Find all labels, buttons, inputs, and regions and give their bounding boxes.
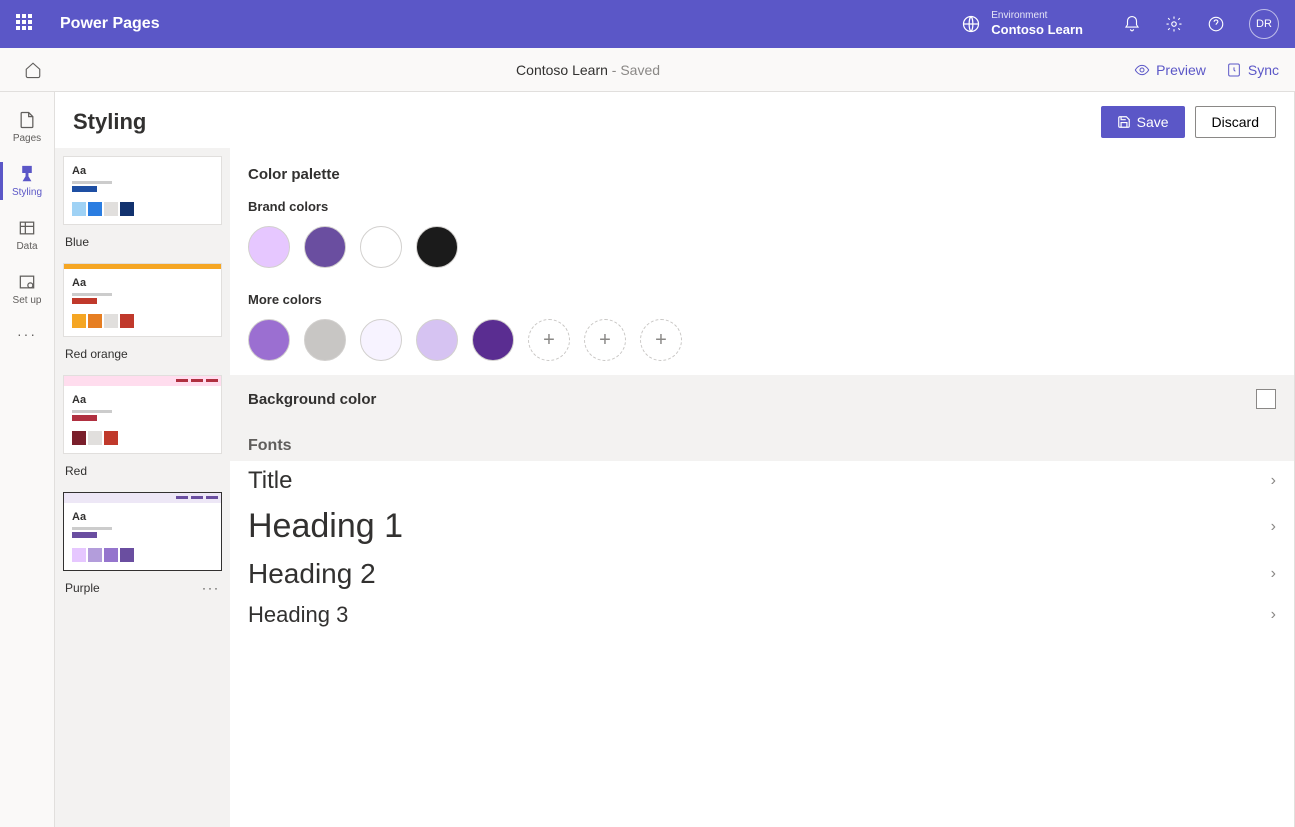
ellipsis-icon: ··· <box>17 326 37 342</box>
color-swatch[interactable] <box>416 226 458 268</box>
setup-icon <box>17 272 37 292</box>
color-palette-title: Color palette <box>230 148 1294 189</box>
chevron-right-icon: › <box>1271 518 1276 536</box>
theme-card-red-orange[interactable]: Aa <box>63 263 222 337</box>
color-swatch[interactable] <box>248 226 290 268</box>
styling-panel: Styling Save Discard Aa Blue <box>55 92 1295 827</box>
app-header: Power Pages Environment Contoso Learn DR <box>0 0 1295 48</box>
font-h3-row[interactable]: Heading 3› <box>230 596 1294 634</box>
ellipsis-icon[interactable]: ··· <box>202 581 220 595</box>
color-swatch[interactable] <box>304 226 346 268</box>
globe-icon <box>961 14 981 34</box>
rail-styling[interactable]: Styling <box>0 156 55 206</box>
theme-label: Red orange <box>63 343 222 375</box>
save-button[interactable]: Save <box>1101 106 1185 138</box>
save-status: - Saved <box>608 62 660 78</box>
rail-more[interactable]: ··· <box>0 318 55 350</box>
background-color-row[interactable]: Background color <box>230 375 1294 423</box>
properties-column: Color palette Brand colors More colors + <box>230 148 1294 827</box>
fonts-title: Fonts <box>230 423 1294 461</box>
more-colors-label: More colors <box>230 282 1294 311</box>
sync-button[interactable]: Sync <box>1226 62 1279 78</box>
environment-picker[interactable]: Environment Contoso Learn <box>961 10 1083 38</box>
brand-colors-label: Brand colors <box>230 189 1294 218</box>
add-color-button[interactable]: + <box>584 319 626 361</box>
rail-data[interactable]: Data <box>0 210 55 260</box>
brand-swatches <box>230 218 1294 282</box>
breadcrumb: Contoso Learn - Saved <box>42 62 1134 78</box>
theme-label: Blue <box>63 231 222 263</box>
brush-icon <box>17 164 37 184</box>
rail-pages[interactable]: Pages <box>0 102 55 152</box>
waffle-icon[interactable] <box>16 14 36 34</box>
chevron-right-icon: › <box>1271 472 1276 490</box>
home-icon[interactable] <box>24 61 42 79</box>
color-swatch[interactable] <box>360 319 402 361</box>
eye-icon <box>1134 62 1150 78</box>
theme-card-purple[interactable]: Aa <box>63 492 222 571</box>
help-icon[interactable] <box>1207 15 1225 33</box>
chevron-right-icon: › <box>1271 606 1276 624</box>
save-icon <box>1117 115 1131 129</box>
add-color-button[interactable]: + <box>640 319 682 361</box>
theme-label: Red <box>63 460 222 492</box>
font-h2-row[interactable]: Heading 2› <box>230 552 1294 596</box>
bell-icon[interactable] <box>1123 15 1141 33</box>
sub-header: Contoso Learn - Saved Preview Sync <box>0 48 1295 92</box>
font-title-row[interactable]: Title› <box>230 461 1294 501</box>
bg-chip[interactable] <box>1256 389 1276 409</box>
data-icon <box>17 218 37 238</box>
preview-button[interactable]: Preview <box>1134 62 1206 78</box>
color-swatch[interactable] <box>416 319 458 361</box>
pages-icon <box>17 110 37 130</box>
left-rail: Pages Styling Data Set up ··· <box>0 92 55 827</box>
color-swatch[interactable] <box>360 226 402 268</box>
theme-label: Purple <box>65 581 100 595</box>
font-h1-row[interactable]: Heading 1› <box>230 501 1294 552</box>
env-name: Contoso Learn <box>991 22 1083 38</box>
app-title: Power Pages <box>60 15 961 33</box>
theme-card-blue[interactable]: Aa <box>63 156 222 225</box>
rail-setup[interactable]: Set up <box>0 264 55 314</box>
theme-card-red[interactable]: Aa <box>63 375 222 454</box>
gear-icon[interactable] <box>1165 15 1183 33</box>
color-swatch[interactable] <box>304 319 346 361</box>
site-name: Contoso Learn <box>516 62 608 78</box>
add-color-button[interactable]: + <box>528 319 570 361</box>
color-swatch[interactable] <box>472 319 514 361</box>
env-label: Environment <box>991 10 1083 22</box>
discard-button[interactable]: Discard <box>1195 106 1276 138</box>
chevron-right-icon: › <box>1271 565 1276 583</box>
sync-icon <box>1226 62 1242 78</box>
panel-title: Styling <box>73 109 146 135</box>
color-swatch[interactable] <box>248 319 290 361</box>
themes-list[interactable]: Aa Blue Aa Red orange Aa <box>55 148 230 827</box>
user-avatar[interactable]: DR <box>1249 9 1279 39</box>
more-swatches: + + + <box>230 311 1294 375</box>
